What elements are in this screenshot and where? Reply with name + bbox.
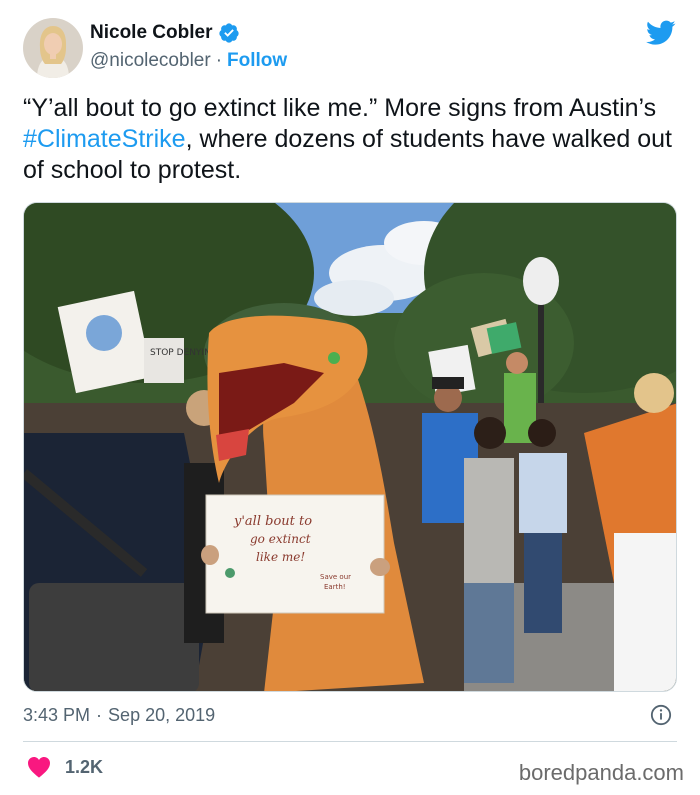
tweet-photo[interactable]: STOP DENYING OUR y'all bout to go extinc… [23, 202, 677, 692]
timestamp[interactable]: 3:43 PM · Sep 20, 2019 [23, 705, 215, 726]
heart-icon [28, 757, 50, 778]
tweet-date: Sep 20, 2019 [108, 705, 216, 725]
follow-button[interactable]: Follow [227, 50, 287, 72]
tweet-text: “Y’all bout to go extinct like me.” More… [23, 93, 683, 186]
user-handle[interactable]: @nicolecobler [90, 50, 211, 72]
tweet-text-before: “Y’all bout to go extinct like me.” More… [23, 94, 657, 122]
handle-row: @nicolecobler · Follow [90, 50, 287, 72]
divider [23, 741, 677, 742]
sign-small-2: Earth! [324, 583, 346, 591]
timestamp-separator: · [96, 705, 103, 725]
tweet-card: Nicole Cobler @nicolecobler · Follow “Y’… [0, 0, 700, 795]
info-icon[interactable] [650, 704, 672, 726]
sign-line-1: y'all bout to [233, 514, 312, 529]
sign-small-1: Save our [320, 573, 351, 581]
sign-line-2: go extinct [250, 532, 311, 546]
like-count: 1.2K [65, 756, 104, 777]
handheld-sign: y'all bout to go extinct like me! Save o… [205, 494, 385, 614]
sign-line-3: like me! [256, 550, 305, 564]
user-name-row: Nicole Cobler [90, 22, 240, 44]
handle-separator: · [215, 50, 223, 71]
hashtag-link[interactable]: #ClimateStrike [23, 125, 186, 153]
tweet-time: 3:43 PM [23, 705, 91, 725]
verified-badge-icon [219, 23, 240, 43]
twitter-bird-icon[interactable] [646, 20, 676, 46]
user-name[interactable]: Nicole Cobler [90, 22, 212, 44]
watermark: boredpanda.com [518, 760, 684, 785]
avatar[interactable] [23, 18, 83, 78]
like-button[interactable]: 1.2K [27, 756, 103, 778]
